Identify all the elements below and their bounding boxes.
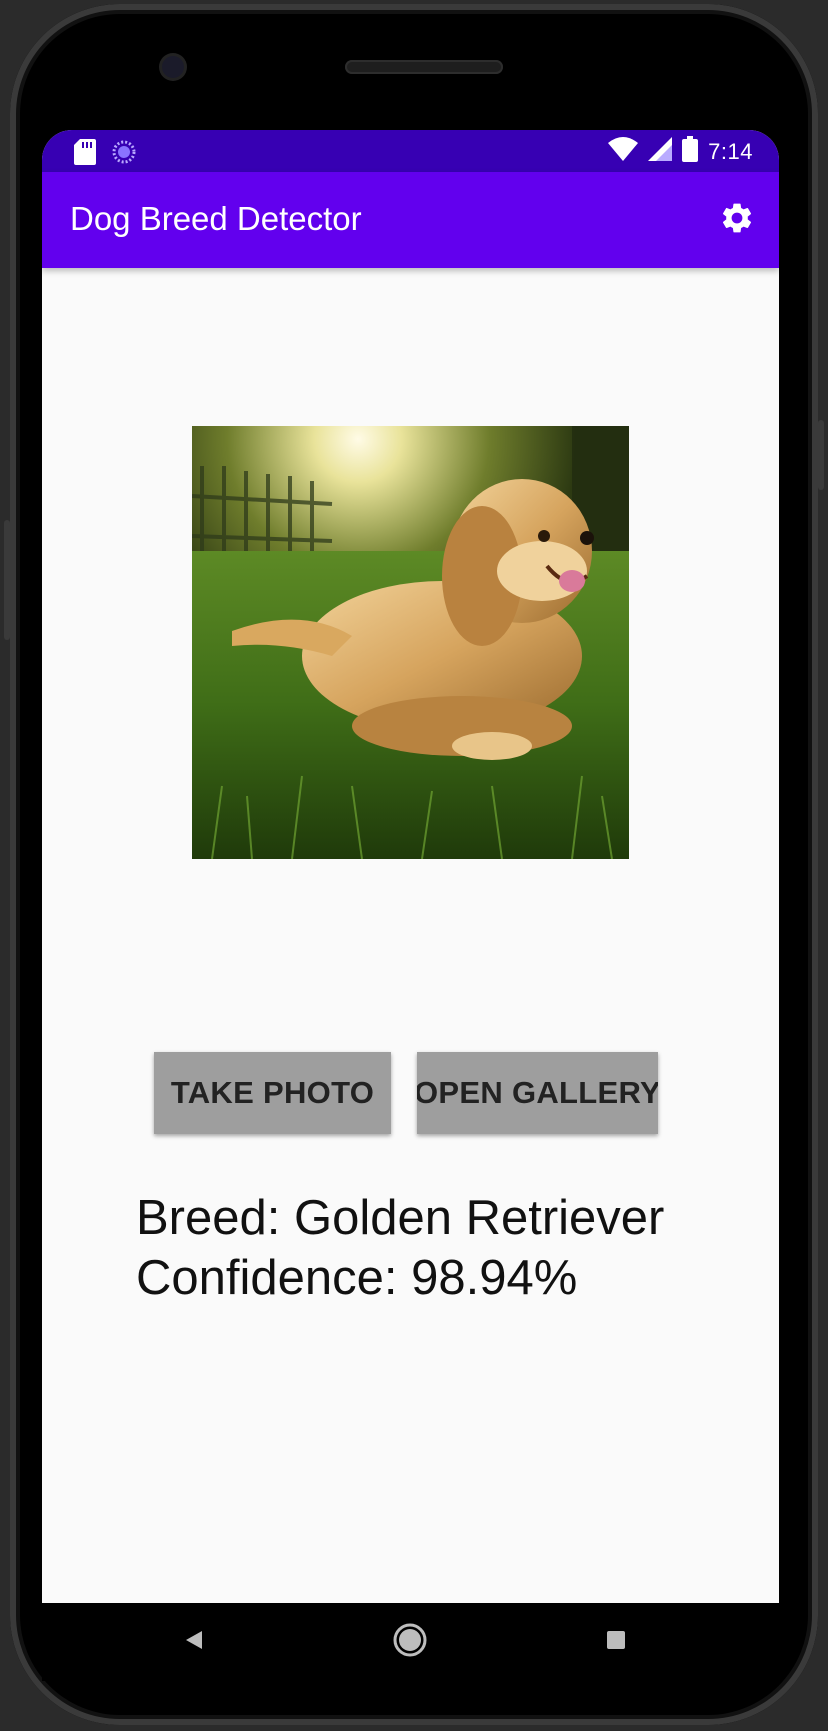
- prediction-result: Breed: Golden Retriever Confidence: 98.9…: [136, 1188, 664, 1308]
- back-icon: [182, 1629, 204, 1656]
- gear-icon: [719, 200, 755, 241]
- confidence-label: Confidence: 98.94%: [136, 1251, 578, 1305]
- app-title: Dog Breed Detector: [70, 200, 362, 237]
- recents-icon: [605, 1629, 627, 1656]
- open-gallery-button[interactable]: OPEN GALLERY: [417, 1052, 658, 1134]
- battery-icon: [682, 136, 699, 167]
- back-button[interactable]: [172, 1621, 214, 1663]
- signal-icon: [648, 137, 673, 166]
- take-photo-button[interactable]: TAKE PHOTO: [154, 1052, 391, 1134]
- home-icon: [392, 1622, 428, 1663]
- dog-photo: [192, 426, 629, 859]
- power-button: [818, 420, 824, 490]
- status-time: 7:14: [708, 138, 753, 164]
- settings-button[interactable]: [717, 200, 757, 240]
- app-bar: Dog Breed Detector: [42, 172, 779, 268]
- screen: 7:14 Dog Breed Detector TAKE PHOTO OPEN …: [42, 130, 779, 1603]
- breed-label: Breed: Golden Retriever: [136, 1191, 665, 1245]
- navigation-bar: [42, 1603, 779, 1681]
- earpiece-speaker: [345, 60, 503, 74]
- wifi-icon: [608, 137, 639, 166]
- loading-icon: [112, 140, 136, 169]
- home-button[interactable]: [389, 1621, 431, 1663]
- status-bar: 7:14: [42, 130, 779, 172]
- sd-card-icon: [74, 139, 96, 170]
- front-camera: [162, 56, 184, 78]
- recents-button[interactable]: [595, 1621, 637, 1663]
